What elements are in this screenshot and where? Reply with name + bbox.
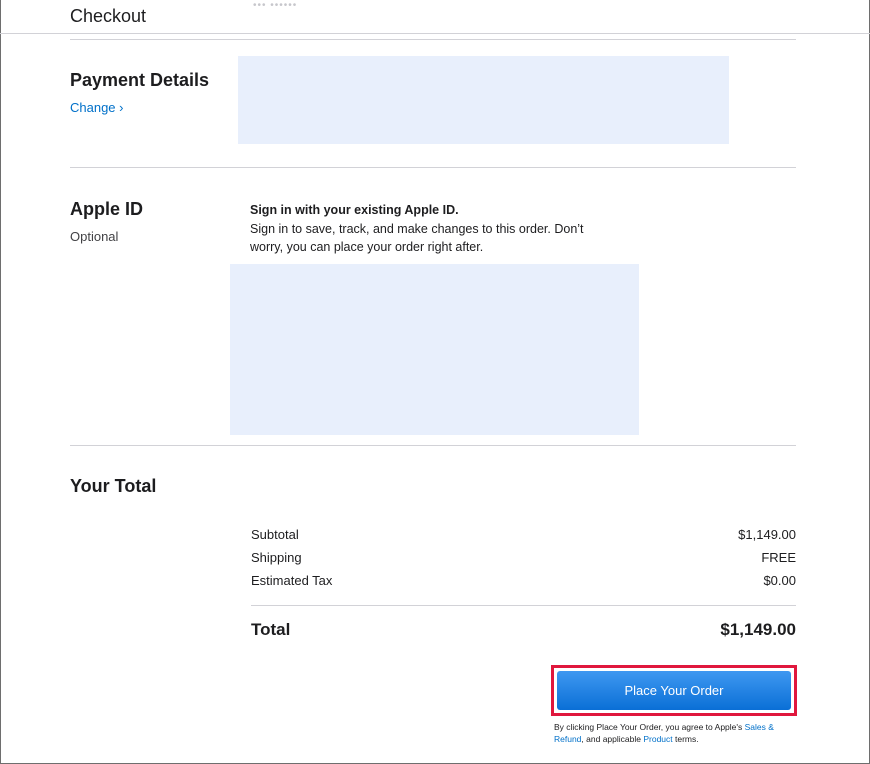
payment-details-title: Payment Details [70, 70, 210, 90]
checkout-header: Checkout ••• •••••• [0, 0, 870, 34]
divider [70, 39, 796, 40]
divider [251, 605, 796, 606]
place-order-highlight: Place Your Order [551, 665, 797, 716]
payment-details-redacted-panel [238, 56, 729, 144]
apple-id-title: Apple ID [70, 199, 144, 219]
divider [70, 445, 796, 446]
signin-heading: Sign in with your existing Apple ID. [250, 203, 459, 217]
total-value: $1,149.00 [720, 620, 796, 639]
estimated-tax-label: Estimated Tax [251, 573, 333, 588]
product-terms-link[interactable]: Product [643, 734, 672, 744]
shipping-label: Shipping [251, 550, 302, 565]
page-title: Checkout [70, 6, 147, 26]
apple-id-optional-label: Optional [70, 229, 119, 244]
terms-suffix: terms. [672, 734, 699, 744]
divider [70, 167, 796, 168]
signin-description: Sign in to save, track, and make changes… [250, 222, 584, 254]
your-total-title: Your Total [70, 476, 157, 496]
place-your-order-button[interactable]: Place Your Order [557, 671, 791, 710]
order-terms-text: By clicking Place Your Order, you agree … [554, 721, 799, 745]
shipping-value: FREE [761, 550, 796, 565]
subtotal-value: $1,149.00 [738, 527, 796, 542]
terms-prefix: By clicking Place Your Order, you agree … [554, 722, 745, 732]
total-row: Total $1,149.00 [251, 620, 796, 640]
shipping-row: Shipping FREE [251, 550, 796, 565]
terms-middle: , and applicable [581, 734, 644, 744]
subtotal-label: Subtotal [251, 527, 299, 542]
apple-id-signin-redacted-panel [230, 264, 639, 435]
change-payment-link[interactable]: Change › [70, 100, 123, 115]
total-label: Total [251, 620, 291, 639]
estimated-tax-row: Estimated Tax $0.00 [251, 573, 796, 588]
subtotal-row: Subtotal $1,149.00 [251, 527, 796, 542]
header-faded-text: ••• •••••• [253, 0, 298, 11]
estimated-tax-value: $0.00 [763, 573, 796, 588]
